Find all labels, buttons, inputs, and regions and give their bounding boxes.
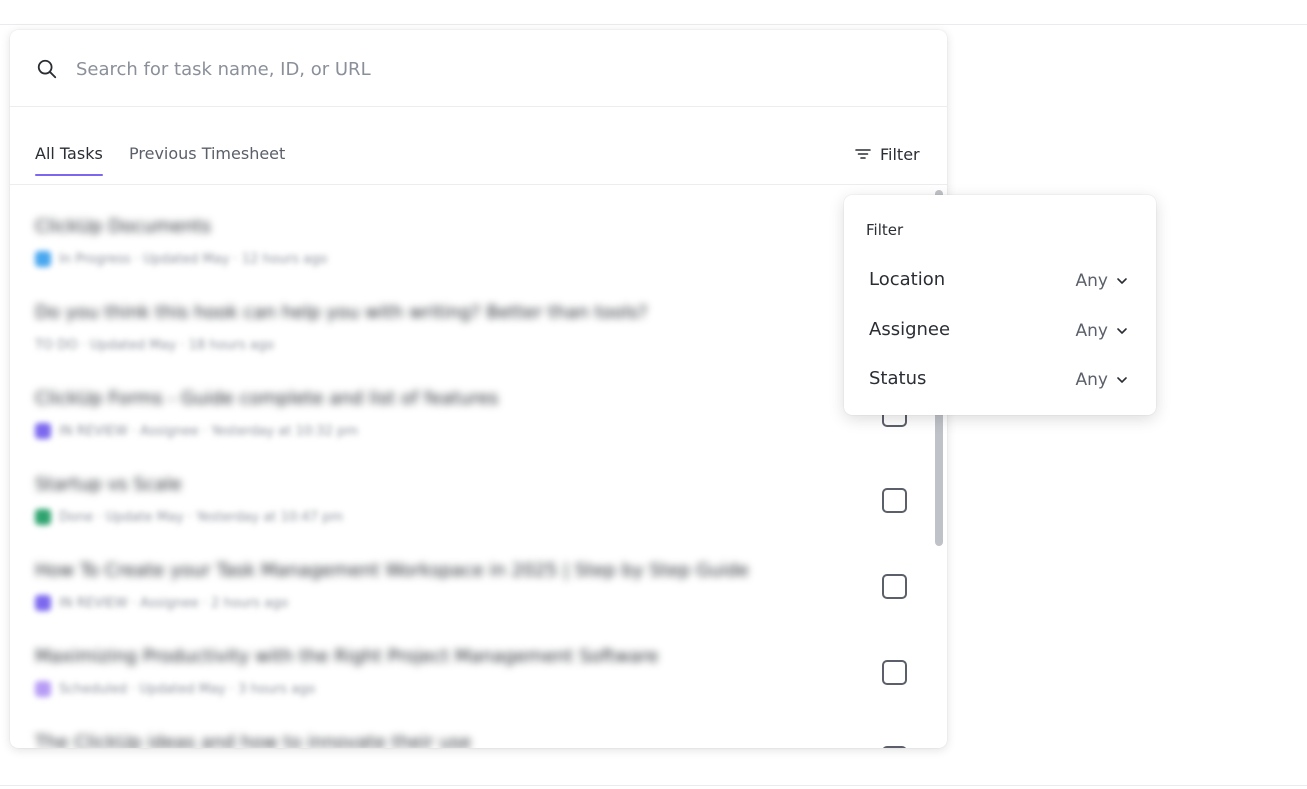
filter-assignee-label: Assignee [869,319,951,340]
filter-location-row[interactable]: Location Any [844,259,1156,299]
task-meta: Done · Update May · Yesterday at 10:47 p… [35,508,343,526]
filter-status-label: Status [869,368,927,389]
task-meta-text: Scheduled · Updated May · 3 hours ago [59,681,316,697]
task-title: How To Create your Task Management Works… [35,560,749,581]
task-meta: In Progress · Updated May · 12 hours ago [35,250,327,268]
task-checkbox[interactable] [882,574,907,599]
task-title: The ClickUp ideas and how to innovate th… [35,732,472,748]
filter-button[interactable]: Filter [854,142,920,166]
task-meta-text: TO DO · Updated May · 18 hours ago [35,337,275,353]
chevron-down-icon [1117,377,1127,383]
filter-assignee-dropdown[interactable]: Any [1076,321,1128,341]
filter-location-dropdown[interactable]: Any [1076,271,1128,291]
task-meta-text: IN REVIEW · Assignee · Yesterday at 10:3… [59,423,359,439]
task-status-dot [35,423,51,439]
task-status-dot [35,251,51,267]
task-row[interactable]: Maximizing Productivity with the Right P… [10,616,947,702]
filter-status-row[interactable]: Status Any [844,358,1156,398]
task-picker-panel: All Tasks Previous Timesheet Filter Clic… [10,30,947,748]
task-checkbox[interactable] [882,660,907,685]
bottom-divider [0,785,1307,786]
task-row[interactable]: How To Create your Task Management Works… [10,530,947,616]
tab-bar: All Tasks Previous Timesheet Filter [10,108,947,185]
filter-assignee-row[interactable]: Assignee Any [844,309,1156,349]
task-meta: IN REVIEW · Assignee · Yesterday at 10:3… [35,422,358,440]
filter-popover: Filter Location Any Assignee Any Status … [844,195,1156,415]
filter-assignee-value: Any [1075,321,1108,341]
task-meta: Scheduled · Updated May · 3 hours ago [35,680,315,698]
task-status-dot [35,681,51,697]
task-checkbox[interactable] [882,746,907,748]
tab-previous-timesheet[interactable]: Previous Timesheet [129,144,285,163]
task-title: Do you think this hook can help you with… [35,302,648,323]
task-row[interactable]: Do you think this hook can help you with… [10,272,947,358]
search-bar [10,30,947,107]
task-title: ClickUp Documents [35,216,211,237]
filter-status-value: Any [1075,370,1108,390]
task-row[interactable]: ClickUp Forms - Guide complete and list … [10,358,947,444]
task-title: ClickUp Forms - Guide complete and list … [35,388,499,409]
task-title: Maximizing Productivity with the Right P… [35,646,659,667]
top-divider [0,24,1307,25]
chevron-down-icon [1117,328,1127,334]
task-list: ClickUp Documents In Progress · Updated … [10,186,947,748]
task-status-dot [35,509,51,525]
task-meta-text: In Progress · Updated May · 12 hours ago [59,251,328,267]
filter-location-value: Any [1075,271,1108,291]
task-meta: TO DO · Updated May · 18 hours ago [35,336,274,354]
filter-button-label: Filter [880,144,920,164]
task-row[interactable]: Startup vs Scale Done · Update May · Yes… [10,444,947,530]
tab-all-tasks[interactable]: All Tasks [35,144,103,176]
task-title: Startup vs Scale [35,474,182,495]
search-input[interactable] [76,52,896,86]
filter-icon [855,149,871,159]
filter-location-label: Location [869,269,946,290]
task-meta: IN REVIEW · Assignee · 2 hours ago [35,594,288,612]
task-row[interactable]: ClickUp Documents In Progress · Updated … [10,186,947,272]
task-checkbox[interactable] [882,488,907,513]
task-row[interactable]: The ClickUp ideas and how to innovate th… [10,702,947,748]
task-status-dot [35,595,51,611]
filter-popover-title: Filter [866,221,904,239]
task-meta-text: IN REVIEW · Assignee · 2 hours ago [59,595,289,611]
task-meta-text: Done · Update May · Yesterday at 10:47 p… [59,509,344,525]
search-icon [37,59,57,79]
filter-status-dropdown[interactable]: Any [1076,370,1128,390]
chevron-down-icon [1117,278,1127,284]
